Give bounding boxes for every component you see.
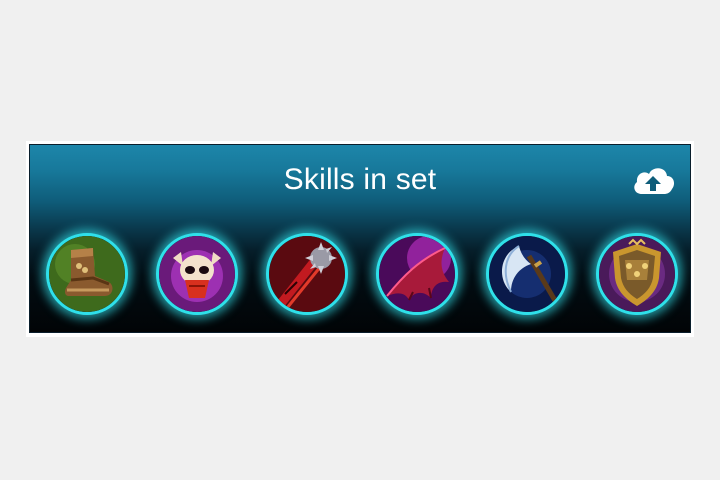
- skill-slot-3[interactable]: [266, 233, 348, 315]
- skill-slot-6[interactable]: [596, 233, 678, 315]
- spiked-mace-icon: [269, 236, 345, 312]
- boots-icon: [49, 236, 125, 312]
- horned-skull-icon: [159, 236, 235, 312]
- bat-wing-icon: [379, 236, 455, 312]
- skill-slot-5[interactable]: [486, 233, 568, 315]
- skill-slot-2[interactable]: [156, 233, 238, 315]
- crescent-axe-icon: [489, 236, 565, 312]
- skill-slot-1[interactable]: [46, 233, 128, 315]
- skill-slot-4[interactable]: [376, 233, 458, 315]
- golden-shield-icon: [599, 236, 675, 312]
- skills-panel: Skills in set: [29, 144, 691, 333]
